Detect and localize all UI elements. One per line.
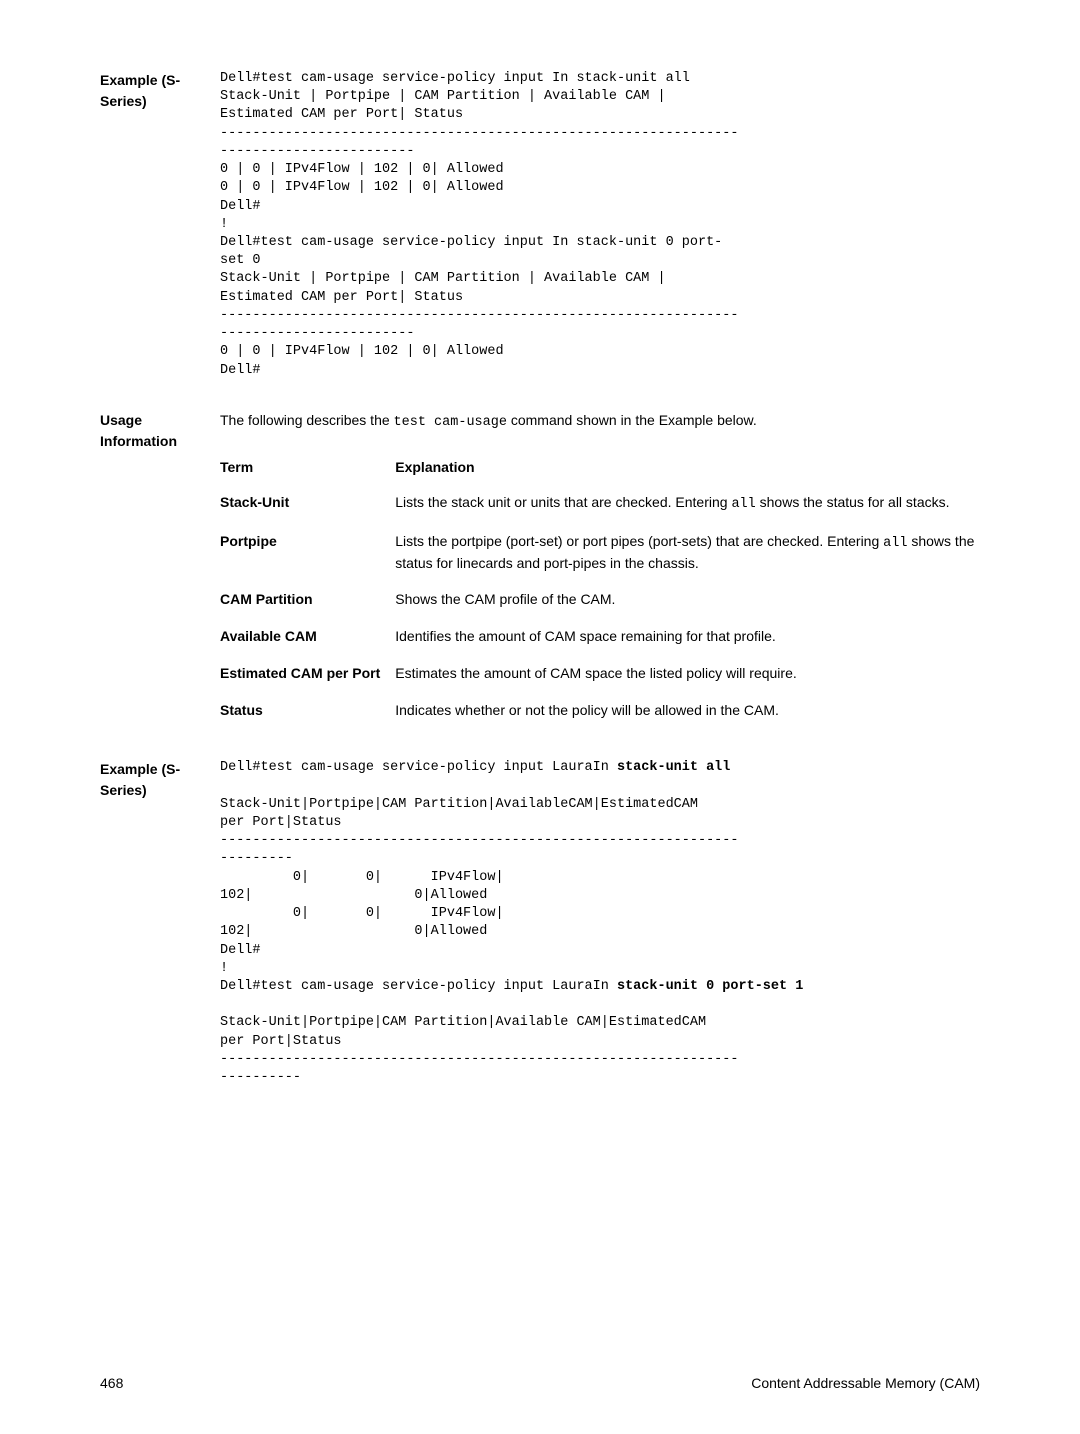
bold-code: stack-unit 0 port-set 1 [617, 979, 803, 994]
text: Stack-Unit|Portpipe|CAM Partition|Availa… [220, 797, 738, 994]
terms-table: Term Explanation Stack-Unit Lists the st… [220, 451, 980, 729]
text: Lists the portpipe (port-set) or port pi… [395, 533, 883, 549]
explanation-cell: Estimates the amount of CAM space the li… [395, 655, 980, 692]
text: Lists the stack unit or units that are c… [395, 494, 731, 510]
inline-code: all [731, 497, 755, 512]
term-cell: Status [220, 692, 395, 729]
page-footer: 468 Content Addressable Memory (CAM) [100, 1373, 980, 1394]
section-content: The following describes the test cam-usa… [220, 410, 980, 730]
table-row: Stack-Unit Lists the stack unit or units… [220, 484, 980, 523]
example-s-series-1: Example (S-Series) Dell#test cam-usage s… [100, 70, 980, 380]
section-content: Dell#test cam-usage service-policy input… [220, 759, 980, 1087]
term-header: Term [220, 451, 395, 484]
text: Stack-Unit|Portpipe|CAM Partition|Availa… [220, 1015, 738, 1085]
text: command shown in the Example below. [507, 412, 757, 428]
text: The following describes the [220, 412, 394, 428]
inline-code: all [883, 536, 907, 551]
usage-information: Usage Information The following describe… [100, 410, 980, 730]
explanation-cell: Lists the portpipe (port-set) or port pi… [395, 523, 980, 582]
code-block: Dell#test cam-usage service-policy input… [220, 70, 980, 380]
explanation-cell: Lists the stack unit or units that are c… [395, 484, 980, 523]
table-row: CAM Partition Shows the CAM profile of t… [220, 581, 980, 618]
code-block: Dell#test cam-usage service-policy input… [220, 759, 980, 1087]
table-header-row: Term Explanation [220, 451, 980, 484]
usage-intro: The following describes the test cam-usa… [220, 410, 980, 433]
example-s-series-2: Example (S-Series) Dell#test cam-usage s… [100, 759, 980, 1087]
table-row: Status Indicates whether or not the poli… [220, 692, 980, 729]
text: shows the status for all stacks. [756, 494, 950, 510]
table-row: Portpipe Lists the portpipe (port-set) o… [220, 523, 980, 582]
explanation-cell: Identifies the amount of CAM space remai… [395, 618, 980, 655]
section-label: Example (S-Series) [100, 759, 220, 1087]
explanation-cell: Indicates whether or not the policy will… [395, 692, 980, 729]
term-cell: Stack-Unit [220, 484, 395, 523]
table-row: Available CAM Identifies the amount of C… [220, 618, 980, 655]
term-cell: Portpipe [220, 523, 395, 582]
inline-code: test cam-usage [394, 415, 507, 430]
explanation-cell: Shows the CAM profile of the CAM. [395, 581, 980, 618]
explanation-header: Explanation [395, 451, 980, 484]
footer-title: Content Addressable Memory (CAM) [751, 1373, 980, 1394]
section-label: Usage Information [100, 410, 220, 730]
term-cell: Available CAM [220, 618, 395, 655]
text: Dell#test cam-usage service-policy input… [220, 760, 617, 775]
section-content: Dell#test cam-usage service-policy input… [220, 70, 980, 380]
bold-code: stack-unit all [617, 760, 730, 775]
page-number: 468 [100, 1373, 123, 1394]
section-label: Example (S-Series) [100, 70, 220, 380]
term-cell: Estimated CAM per Port [220, 655, 395, 692]
table-row: Estimated CAM per Port Estimates the amo… [220, 655, 980, 692]
term-cell: CAM Partition [220, 581, 395, 618]
